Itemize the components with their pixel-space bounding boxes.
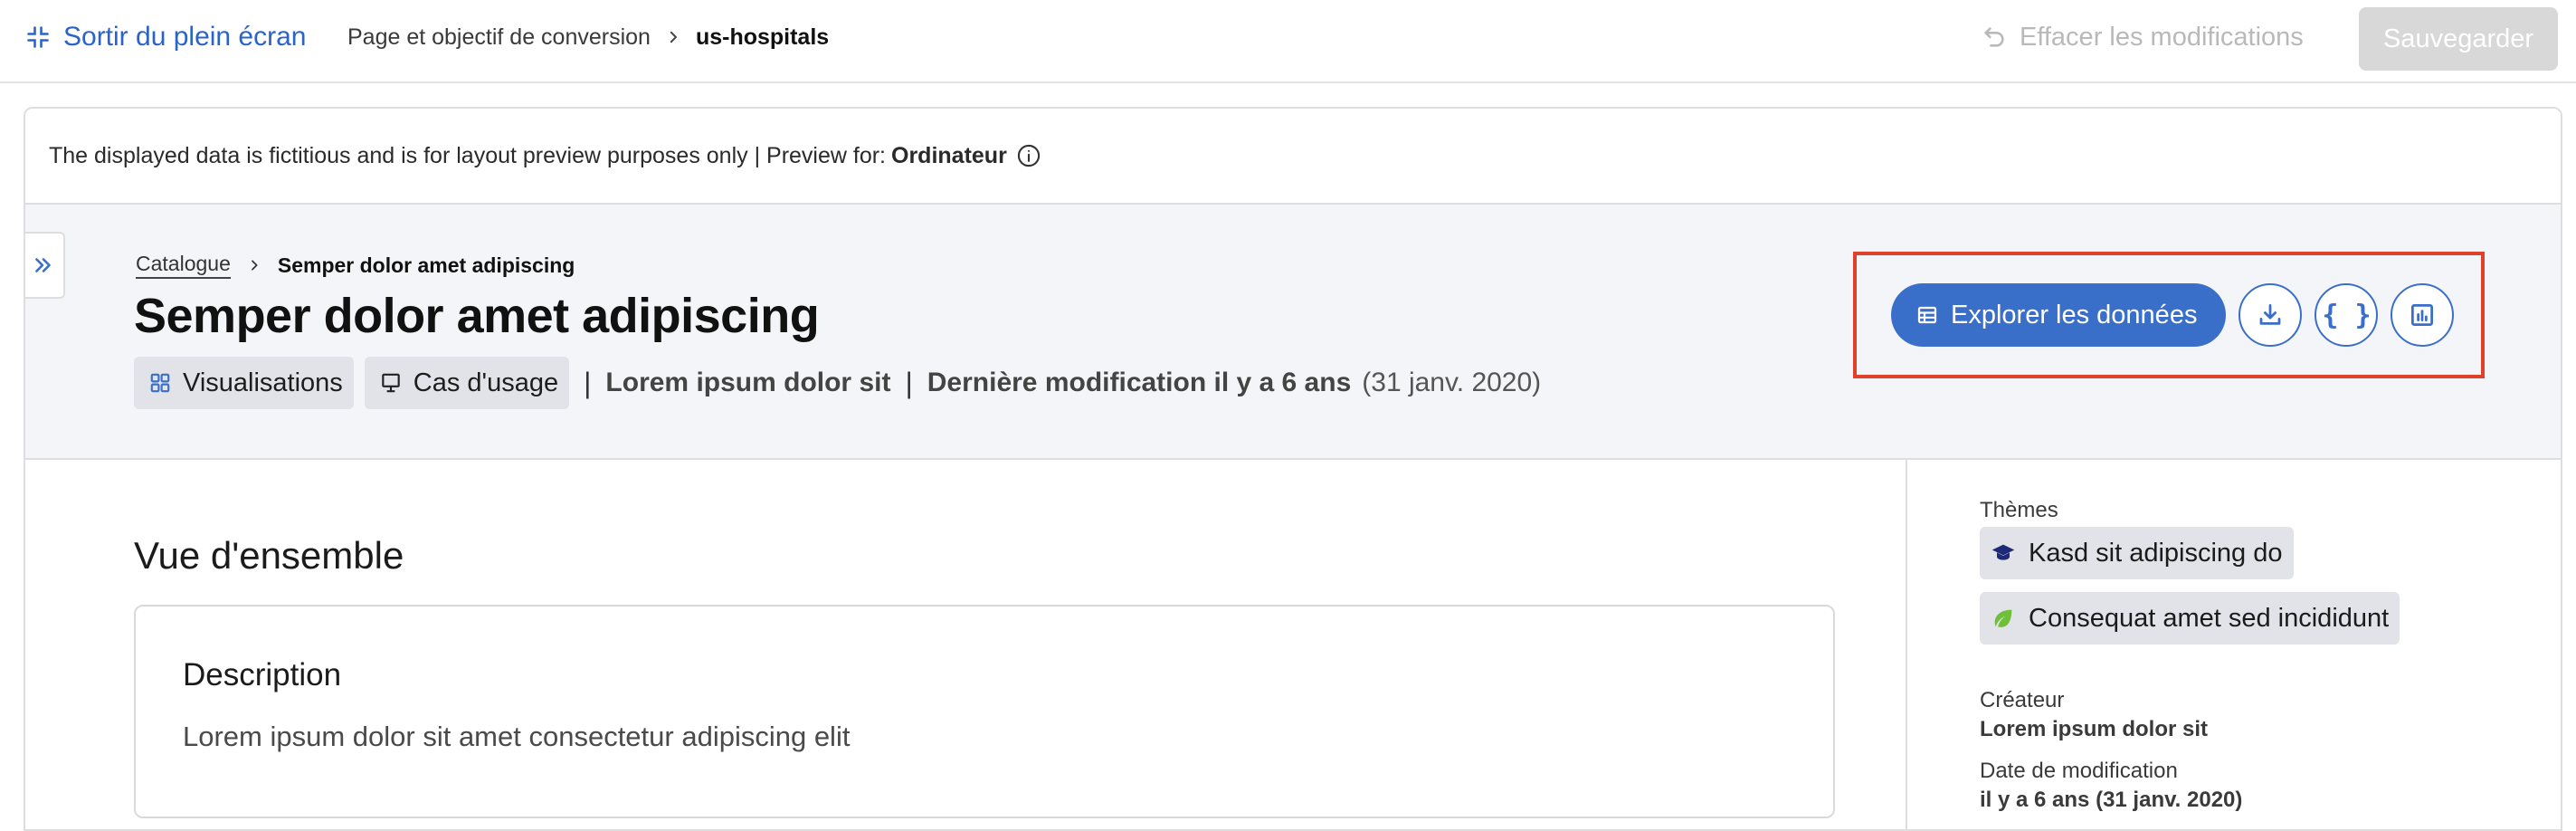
- dataset-last-modified: Dernière modification il y a 6 ans: [927, 368, 1352, 397]
- info-icon[interactable]: [1016, 143, 1041, 168]
- creator-value: Lorem ipsum dolor sit: [1980, 717, 2209, 741]
- theme-chip[interactable]: Kasd sit adipiscing do: [1980, 527, 2294, 579]
- breadcrumb-parent[interactable]: Page et objectif de conversion: [347, 24, 651, 51]
- preview-device: Ordinateur: [891, 142, 1007, 168]
- exit-fullscreen-icon: [27, 26, 49, 48]
- api-icon: { }: [2322, 299, 2372, 331]
- dataset-meta: Visualisations Cas d'usage | Lorem ipsum…: [134, 357, 1541, 409]
- modified-date-value: il y a 6 ans (31 janv. 2020): [1980, 788, 2243, 812]
- download-button[interactable]: [2239, 283, 2303, 347]
- analyze-button[interactable]: [2391, 283, 2455, 347]
- chip-usecases-label: Cas d'usage: [413, 368, 559, 397]
- meta-separator: |: [584, 366, 592, 399]
- dataset-publisher: Lorem ipsum dolor sit: [605, 368, 891, 397]
- editor-breadcrumb: Page et objectif de conversion us-hospit…: [347, 22, 829, 53]
- preview-frame: The displayed data is fictitious and is …: [24, 107, 2562, 831]
- preview-notice: The displayed data is fictitious and is …: [25, 109, 2561, 205]
- metadata-sidebar: Thèmes Kasd sit adipiscing do Consequat …: [1909, 460, 2561, 829]
- chip-visualisations[interactable]: Visualisations: [134, 357, 354, 409]
- description-text: Lorem ipsum dolor sit amet consectetur a…: [183, 721, 851, 752]
- dataset-breadcrumb: Catalogue Semper dolor amet adipiscing: [136, 252, 575, 279]
- grid-icon: [150, 373, 170, 393]
- chip-visualisations-label: Visualisations: [183, 368, 343, 397]
- breadcrumb-current: us-hospitals: [695, 24, 830, 50]
- sidebar-expand-toggle[interactable]: [25, 232, 65, 299]
- undo-icon: [1984, 27, 2004, 47]
- top-bar: Sortir du plein écran Page et objectif d…: [0, 0, 2576, 83]
- description-card: Description Lorem ipsum dolor sit amet c…: [134, 605, 1835, 818]
- download-icon: [2260, 304, 2281, 325]
- dataset-modified-date: (31 janv. 2020): [1362, 368, 1542, 397]
- breadcrumb-catalogue-link[interactable]: Catalogue: [136, 252, 231, 279]
- overview-title: Vue d'ensemble: [134, 534, 404, 577]
- clear-changes-button[interactable]: Effacer les modifications: [1982, 22, 2304, 53]
- graduation-cap-icon: [1991, 544, 2015, 560]
- description-heading: Description: [183, 657, 342, 692]
- chevron-right-icon: [670, 31, 677, 43]
- theme-chip[interactable]: Consequat amet sed incididunt: [1980, 592, 2400, 645]
- clear-changes-label: Effacer les modifications: [2020, 22, 2304, 52]
- breadcrumb-dataset: Semper dolor amet adipiscing: [277, 253, 575, 277]
- themes-label: Thèmes: [1980, 498, 2058, 522]
- leaf-icon: [1994, 609, 2012, 627]
- theme-label: Consequat amet sed incididunt: [2029, 603, 2390, 633]
- save-button[interactable]: Sauvegarder: [2359, 7, 2558, 71]
- double-chevron-right-icon: [35, 258, 51, 272]
- explore-data-label: Explorer les données: [1951, 300, 2198, 330]
- table-icon: [1917, 306, 1937, 324]
- api-button[interactable]: { }: [2315, 283, 2379, 347]
- explore-data-button[interactable]: Explorer les données: [1891, 283, 2227, 347]
- meta-separator: |: [905, 366, 913, 399]
- chip-usecases[interactable]: Cas d'usage: [364, 357, 570, 409]
- creator-label: Créateur: [1980, 688, 2065, 712]
- modified-date-label: Date de modification: [1980, 759, 2178, 783]
- dataset-header: Catalogue Semper dolor amet adipiscing S…: [25, 205, 2561, 460]
- chevron-right-icon: [251, 260, 258, 271]
- dataset-title: Semper dolor amet adipiscing: [134, 289, 820, 343]
- projector-icon: [382, 373, 400, 393]
- exit-fullscreen-button[interactable]: Sortir du plein écran: [25, 22, 306, 53]
- preview-notice-text: The displayed data is fictitious and is …: [49, 142, 886, 168]
- actions-highlight: Explorer les données { }: [1853, 252, 2485, 378]
- bar-chart-icon: [2411, 304, 2434, 326]
- overview-section: Vue d'ensemble Description Lorem ipsum d…: [25, 460, 1907, 829]
- theme-label: Kasd sit adipiscing do: [2029, 538, 2283, 568]
- exit-fullscreen-label: Sortir du plein écran: [63, 22, 307, 52]
